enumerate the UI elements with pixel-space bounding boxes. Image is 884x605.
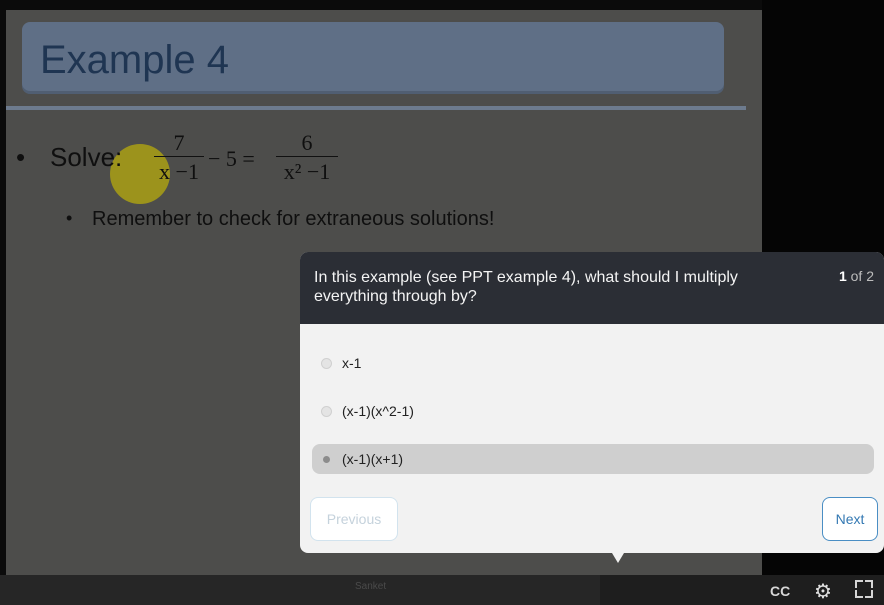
fraction-right: 6 x² −1 (276, 130, 338, 185)
equation-middle: − 5 = (208, 146, 255, 171)
slide-title-box: Example 4 (22, 22, 724, 94)
quiz-popup: In this example (see PPT example 4), wha… (300, 252, 884, 553)
answer-option-label: x-1 (342, 355, 362, 371)
progress-area[interactable] (0, 575, 600, 605)
title-divider (6, 106, 746, 110)
popup-pointer (612, 553, 624, 563)
answer-option[interactable]: x-1 (312, 348, 874, 378)
bullet-marker: • (16, 142, 26, 172)
quiz-question: In this example (see PPT example 4), wha… (314, 269, 738, 305)
next-button[interactable]: Next (822, 497, 878, 541)
answer-option-label: (x-1)(x^2-1) (342, 403, 414, 419)
gear-icon[interactable]: ⚙ (814, 579, 832, 604)
answer-option-selected[interactable]: (x-1)(x+1) (312, 444, 874, 474)
fraction-left: 7 x −1 (154, 130, 204, 185)
quiz-header: In this example (see PPT example 4), wha… (300, 252, 884, 324)
radio-button[interactable] (321, 406, 332, 417)
presenter-label: Sanket (355, 581, 387, 592)
solve-label: Solve: (50, 142, 123, 172)
question-counter: 1 of 2 (839, 268, 874, 284)
fraction-right-denominator: x² −1 (283, 159, 331, 184)
fullscreen-icon[interactable] (855, 580, 873, 598)
slide-title: Example 4 (40, 38, 229, 82)
radio-button-checked[interactable] (323, 456, 330, 463)
cursor-highlight (110, 144, 170, 204)
answer-option[interactable]: (x-1)(x^2-1) (312, 396, 874, 426)
closed-captions-button[interactable]: CC (770, 583, 790, 599)
fraction-left-numerator: 7 (173, 130, 185, 155)
sub-bullet-marker: • (66, 208, 73, 228)
previous-button[interactable]: Previous (310, 497, 398, 541)
fraction-left-denominator: x −1 (159, 159, 199, 184)
question-counter-current: 1 (838, 268, 847, 284)
radio-button[interactable] (321, 358, 332, 369)
fraction-right-numerator: 6 (301, 130, 313, 155)
answer-option-label: (x-1)(x+1) (342, 451, 404, 467)
question-counter-total: of 2 (850, 268, 874, 284)
sub-bullet-text: Remember to check for extraneous solutio… (92, 208, 495, 230)
